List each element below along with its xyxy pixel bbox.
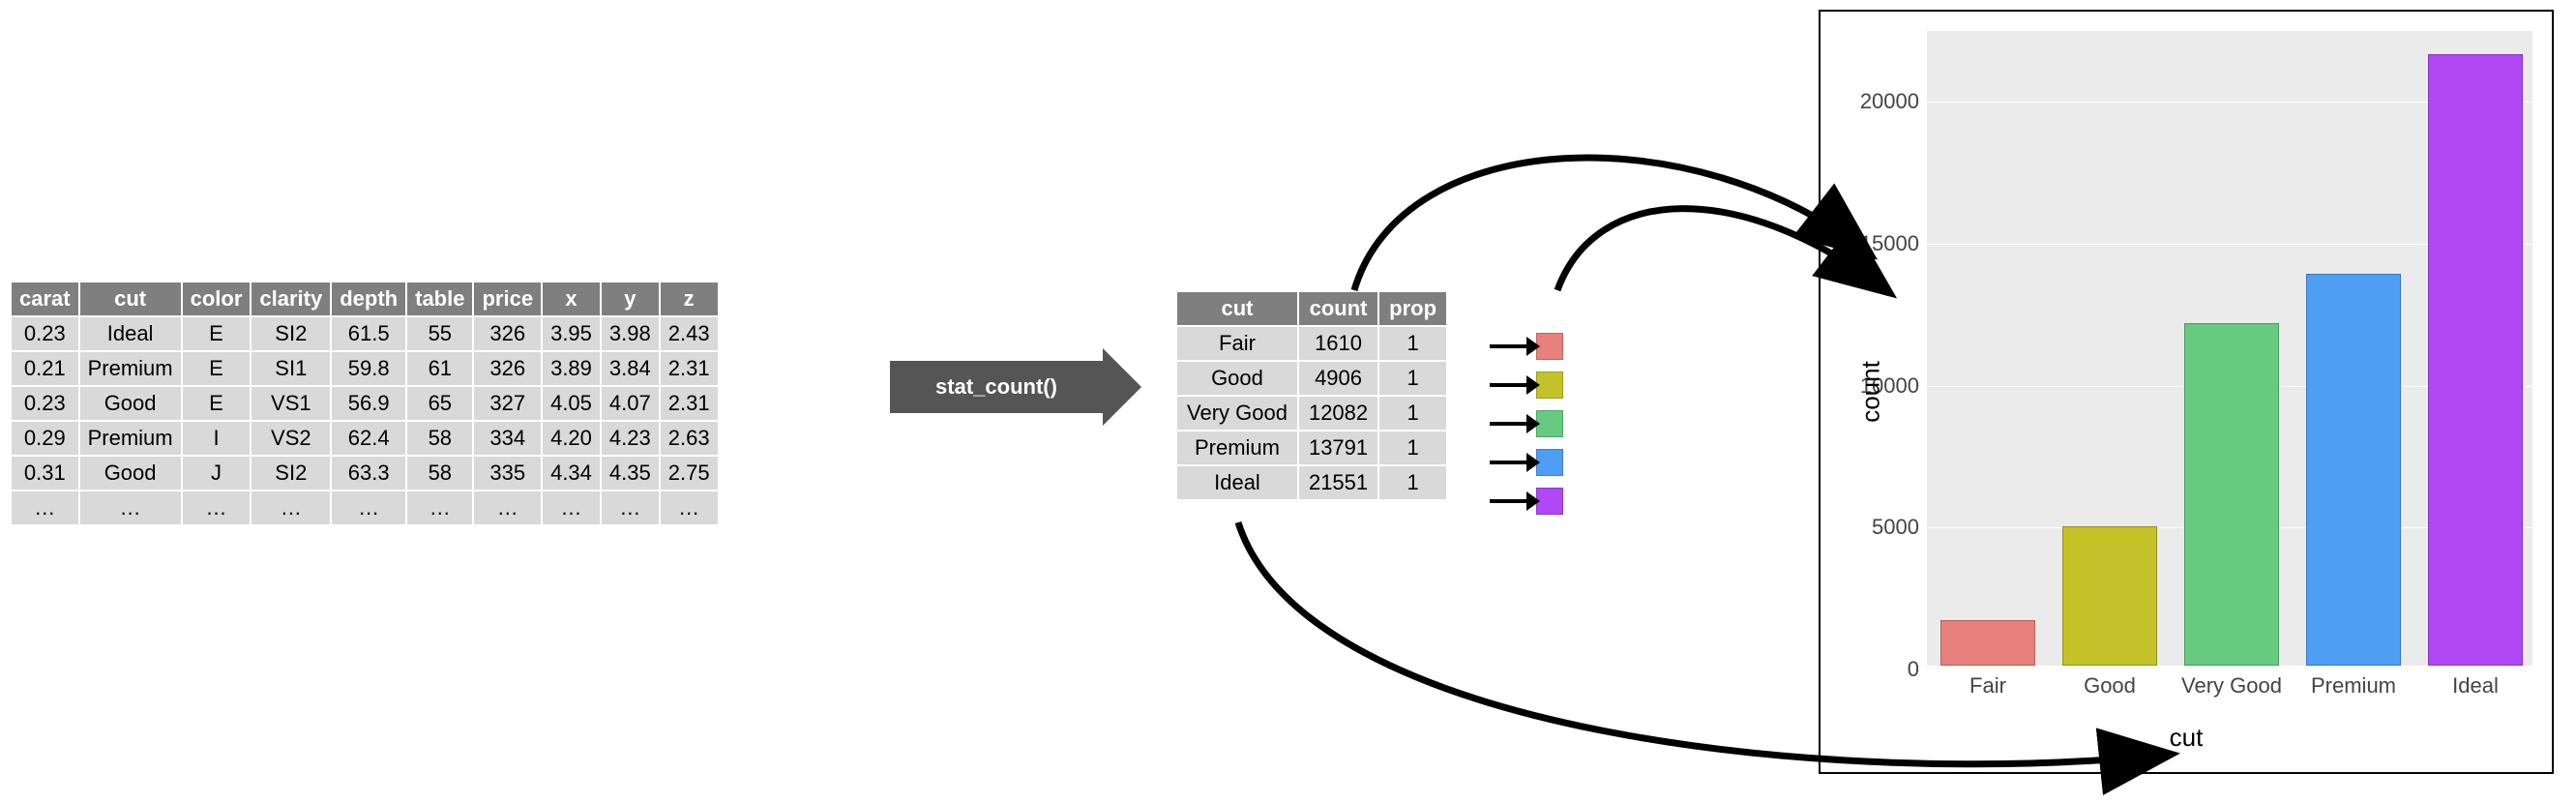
col-carat: carat (11, 282, 79, 316)
table-row: 0.29PremiumIVS262.4583344.204.232.63 (11, 421, 719, 456)
x-tick-label: Good (2084, 666, 2136, 699)
arrow-head-icon (1103, 348, 1141, 426)
bar-very-good (2184, 323, 2279, 666)
bar-good (2062, 526, 2157, 666)
y-tick-label: 20000 (1860, 89, 1927, 114)
table-row: 0.23GoodEVS156.9653274.054.072.31 (11, 386, 719, 421)
table-row: Very Good120821 (1176, 396, 1447, 431)
bar-fair (1940, 620, 2035, 666)
x-tick-label: Very Good (2181, 666, 2282, 699)
table-row: Premium137911 (1176, 431, 1447, 465)
x-axis-title: cut (2170, 723, 2204, 753)
stat-count-label: stat_count() (890, 361, 1103, 413)
col-cut: cut (79, 282, 182, 316)
bar-premium (2306, 274, 2401, 666)
table-row: Good49061 (1176, 361, 1447, 396)
table-row: Fair16101 (1176, 326, 1447, 361)
x-tick-label: Fair (1969, 666, 2006, 699)
stat-count-arrow: stat_count() (890, 358, 1141, 416)
plot-area: 05000100001500020000FairGoodVery GoodPre… (1927, 31, 2532, 666)
col-count: count (1298, 291, 1378, 326)
swatch-arrow-very-good (1490, 410, 1563, 437)
arrow-icon (1490, 422, 1528, 426)
col-table: table (406, 282, 473, 316)
table-row: 0.23IdealESI261.5553263.953.982.43 (11, 316, 719, 351)
col-y: y (601, 282, 660, 316)
y-tick-label: 0 (1908, 657, 1927, 682)
bar-chart: 05000100001500020000FairGoodVery GoodPre… (1819, 10, 2554, 774)
color-swatch (1536, 449, 1563, 476)
x-tick-label: Premium (2311, 666, 2396, 699)
swatch-arrow-good (1490, 372, 1563, 399)
table-row: 0.31GoodJSI263.3583354.344.352.75 (11, 456, 719, 491)
col-cut: cut (1176, 291, 1298, 326)
swatch-arrow-premium (1490, 449, 1563, 476)
color-swatch (1536, 372, 1563, 399)
swatch-arrow-fair (1490, 333, 1563, 360)
col-price: price (473, 282, 542, 316)
color-swatch (1536, 333, 1563, 360)
table-row: ………………………… (11, 491, 719, 525)
col-color: color (182, 282, 252, 316)
y-tick-label: 5000 (1872, 515, 1927, 540)
raw-data-table: caratcutcolorclaritydepthtablepricexyz 0… (10, 281, 720, 526)
y-axis-title: count (1855, 361, 1885, 423)
bar-ideal (2428, 54, 2523, 666)
color-swatch (1536, 410, 1563, 437)
arrow-icon (1490, 499, 1528, 503)
col-x: x (542, 282, 601, 316)
color-swatch (1536, 488, 1563, 515)
x-tick-label: Ideal (2452, 666, 2499, 699)
y-tick-label: 15000 (1860, 231, 1927, 256)
count-table: cutcountprop Fair16101Good49061Very Good… (1175, 290, 1448, 501)
arrow-icon (1490, 461, 1528, 464)
col-z: z (660, 282, 719, 316)
col-depth: depth (331, 282, 406, 316)
swatch-arrow-ideal (1490, 488, 1563, 515)
arrow-icon (1490, 383, 1528, 387)
col-prop: prop (1378, 291, 1447, 326)
table-row: 0.21PremiumESI159.8613263.893.842.31 (11, 351, 719, 386)
table-row: Ideal215511 (1176, 465, 1447, 500)
col-clarity: clarity (251, 282, 331, 316)
arrow-icon (1490, 344, 1528, 348)
